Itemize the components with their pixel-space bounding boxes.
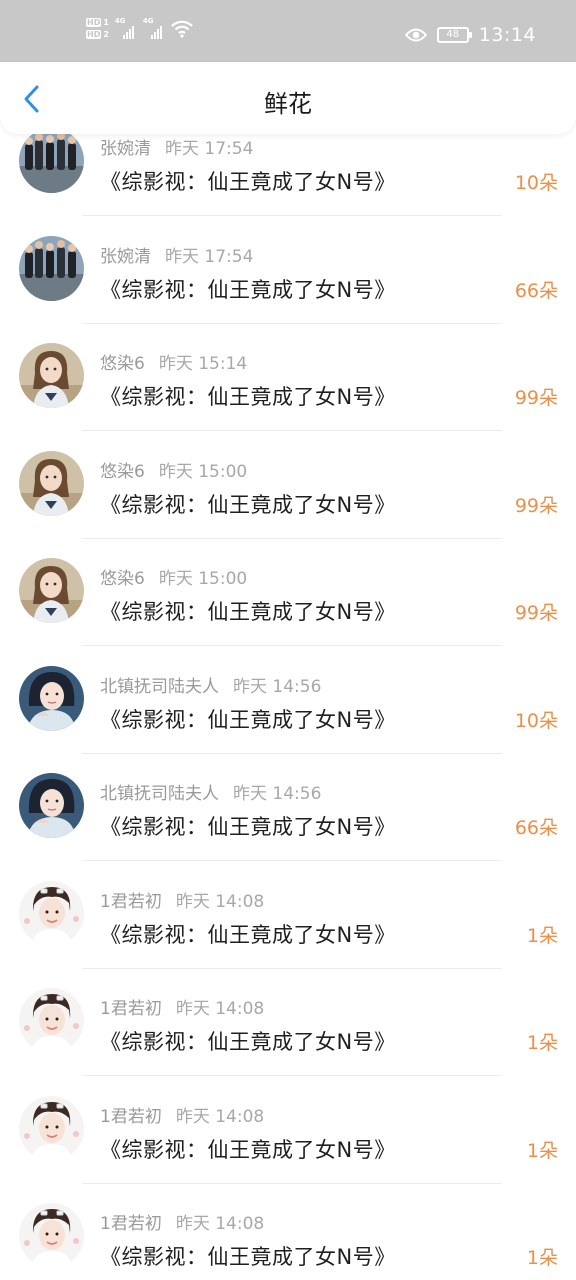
gift-record-row[interactable]: 1君若初 昨天 14:08 《综影视：仙王竟成了女N号》 1朵 (0, 969, 576, 1077)
avatar[interactable] (19, 128, 84, 193)
record-meta: 1君若初 昨天 14:08 (100, 887, 264, 912)
timestamp: 昨天 14:08 (175, 1214, 265, 1234)
timestamp: 昨天 17:54 (165, 139, 254, 159)
status-icons-left: HD 1 HD 2 4G 4G (86, 17, 193, 39)
clock: 13:14 (478, 24, 536, 46)
username: 悠染6 (100, 354, 145, 374)
avatar[interactable] (19, 1095, 84, 1161)
record-meta: 悠染6 昨天 15:00 (100, 564, 247, 589)
hd1-indicator: HD 1 (86, 18, 109, 27)
flower-count: 1朵 (526, 1032, 558, 1054)
book-title: 《综影视：仙王竟成了女N号》 (100, 1137, 396, 1162)
gift-record-row[interactable]: 1君若初 昨天 14:08 《综影视：仙王竟成了女N号》 1朵 (0, 1077, 576, 1185)
record-meta: 张婉清 昨天 17:54 (100, 134, 253, 159)
flower-count: 99朵 (514, 494, 558, 517)
nav-header: 鲜花 (0, 62, 576, 134)
record-meta: 北镇抚司陆夫人 昨天 14:56 (100, 672, 321, 697)
flower-count: 1朵 (526, 924, 558, 947)
book-title: 《综影视：仙王竟成了女N号》 (100, 922, 396, 947)
username: 北镇抚司陆夫人 (100, 676, 219, 697)
book-title: 《综影视：仙王竟成了女N号》 (100, 600, 396, 624)
avatar[interactable] (19, 773, 84, 838)
book-title: 《综影视：仙王竟成了女N号》 (100, 492, 396, 517)
flower-count: 66朵 (514, 279, 558, 302)
avatar[interactable] (19, 988, 84, 1053)
flower-count: 10朵 (514, 709, 558, 732)
signal-1-icon: 4G (115, 17, 137, 39)
avatar[interactable] (19, 1203, 84, 1268)
signal-2-icon: 4G (143, 17, 165, 39)
gift-record-row[interactable]: 1君若初 昨天 14:08 《综影视：仙王竟成了女N号》 1朵 (0, 1184, 576, 1280)
hd2-indicator: HD 2 (86, 30, 109, 39)
record-meta: 悠染6 昨天 15:14 (100, 349, 247, 374)
username: 北镇抚司陆夫人 (100, 784, 219, 804)
username: 张婉清 (100, 246, 151, 267)
username: 1君若初 (100, 1214, 162, 1234)
username: 悠染6 (100, 569, 145, 589)
gift-record-row[interactable]: 张婉清 昨天 17:54 《综影视：仙王竟成了女N号》 66朵 (0, 217, 576, 325)
book-title: 《综影视：仙王竟成了女N号》 (100, 815, 396, 839)
wifi-icon (171, 20, 193, 38)
book-title: 《综影视：仙王竟成了女N号》 (100, 170, 396, 194)
avatar[interactable] (19, 665, 84, 731)
username: 1君若初 (100, 1106, 162, 1127)
book-title: 《综影视：仙王竟成了女N号》 (100, 385, 396, 409)
flower-count: 99朵 (514, 387, 558, 409)
timestamp: 昨天 14:08 (175, 999, 265, 1019)
username: 张婉清 (100, 139, 151, 159)
avatar[interactable] (19, 235, 84, 301)
flower-count: 66朵 (514, 817, 558, 839)
battery-icon: 48 (436, 27, 472, 43)
timestamp: 昨天 15:00 (158, 461, 248, 482)
record-meta: 悠染6 昨天 15:00 (100, 457, 247, 482)
timestamp: 昨天 14:08 (175, 891, 265, 912)
username: 1君若初 (100, 999, 162, 1019)
avatar[interactable] (19, 880, 84, 946)
record-meta: 1君若初 昨天 14:08 (100, 994, 264, 1019)
record-meta: 张婉清 昨天 17:54 (100, 242, 253, 267)
gift-record-list: 张婉清 昨天 17:54 《综影视：仙王竟成了女N号》 10朵 张婉清 昨天 17:54 《… (0, 0, 576, 1280)
status-icons-right: 48 13:14 (404, 24, 536, 46)
avatar[interactable] (19, 343, 84, 408)
status-bar: HD 1 HD 2 4G 4G 48 13:14 (0, 0, 576, 62)
username: 1君若初 (100, 891, 162, 912)
flower-count: 1朵 (526, 1247, 558, 1269)
timestamp: 昨天 15:14 (158, 354, 248, 374)
flower-count: 1朵 (526, 1139, 558, 1162)
record-meta: 1君若初 昨天 14:08 (100, 1102, 264, 1127)
timestamp: 昨天 17:54 (165, 246, 254, 267)
book-title: 《综影视：仙王竟成了女N号》 (100, 1245, 396, 1269)
record-meta: 北镇抚司陆夫人 昨天 14:56 (100, 779, 321, 804)
gift-record-row[interactable]: 1君若初 昨天 14:08 《综影视：仙王竟成了女N号》 1朵 (0, 862, 576, 970)
timestamp: 昨天 14:08 (175, 1106, 265, 1127)
flower-count: 10朵 (514, 172, 558, 194)
username: 悠染6 (100, 461, 145, 482)
timestamp: 昨天 14:56 (233, 676, 322, 697)
gift-record-row[interactable]: 悠染6 昨天 15:14 《综影视：仙王竟成了女N号》 99朵 (0, 324, 576, 432)
book-title: 《综影视：仙王竟成了女N号》 (100, 277, 396, 302)
gift-record-row[interactable]: 悠染6 昨天 15:00 《综影视：仙王竟成了女N号》 99朵 (0, 432, 576, 540)
avatar[interactable] (19, 558, 84, 623)
page-title: 鲜花 (264, 90, 312, 118)
avatar[interactable] (19, 450, 84, 516)
flower-count: 99朵 (514, 602, 558, 624)
timestamp: 昨天 15:00 (158, 569, 248, 589)
book-title: 《综影视：仙王竟成了女N号》 (100, 1030, 396, 1054)
gift-record-row[interactable]: 悠染6 昨天 15:00 《综影视：仙王竟成了女N号》 99朵 (0, 539, 576, 647)
record-meta: 1君若初 昨天 14:08 (100, 1209, 264, 1234)
eye-comfort-icon (404, 28, 427, 42)
book-title: 《综影视：仙王竟成了女N号》 (100, 707, 396, 732)
gift-record-row[interactable]: 北镇抚司陆夫人 昨天 14:56 《综影视：仙王竟成了女N号》 10朵 (0, 647, 576, 755)
timestamp: 昨天 14:56 (233, 784, 322, 804)
gift-record-row[interactable]: 北镇抚司陆夫人 昨天 14:56 《综影视：仙王竟成了女N号》 66朵 (0, 754, 576, 862)
